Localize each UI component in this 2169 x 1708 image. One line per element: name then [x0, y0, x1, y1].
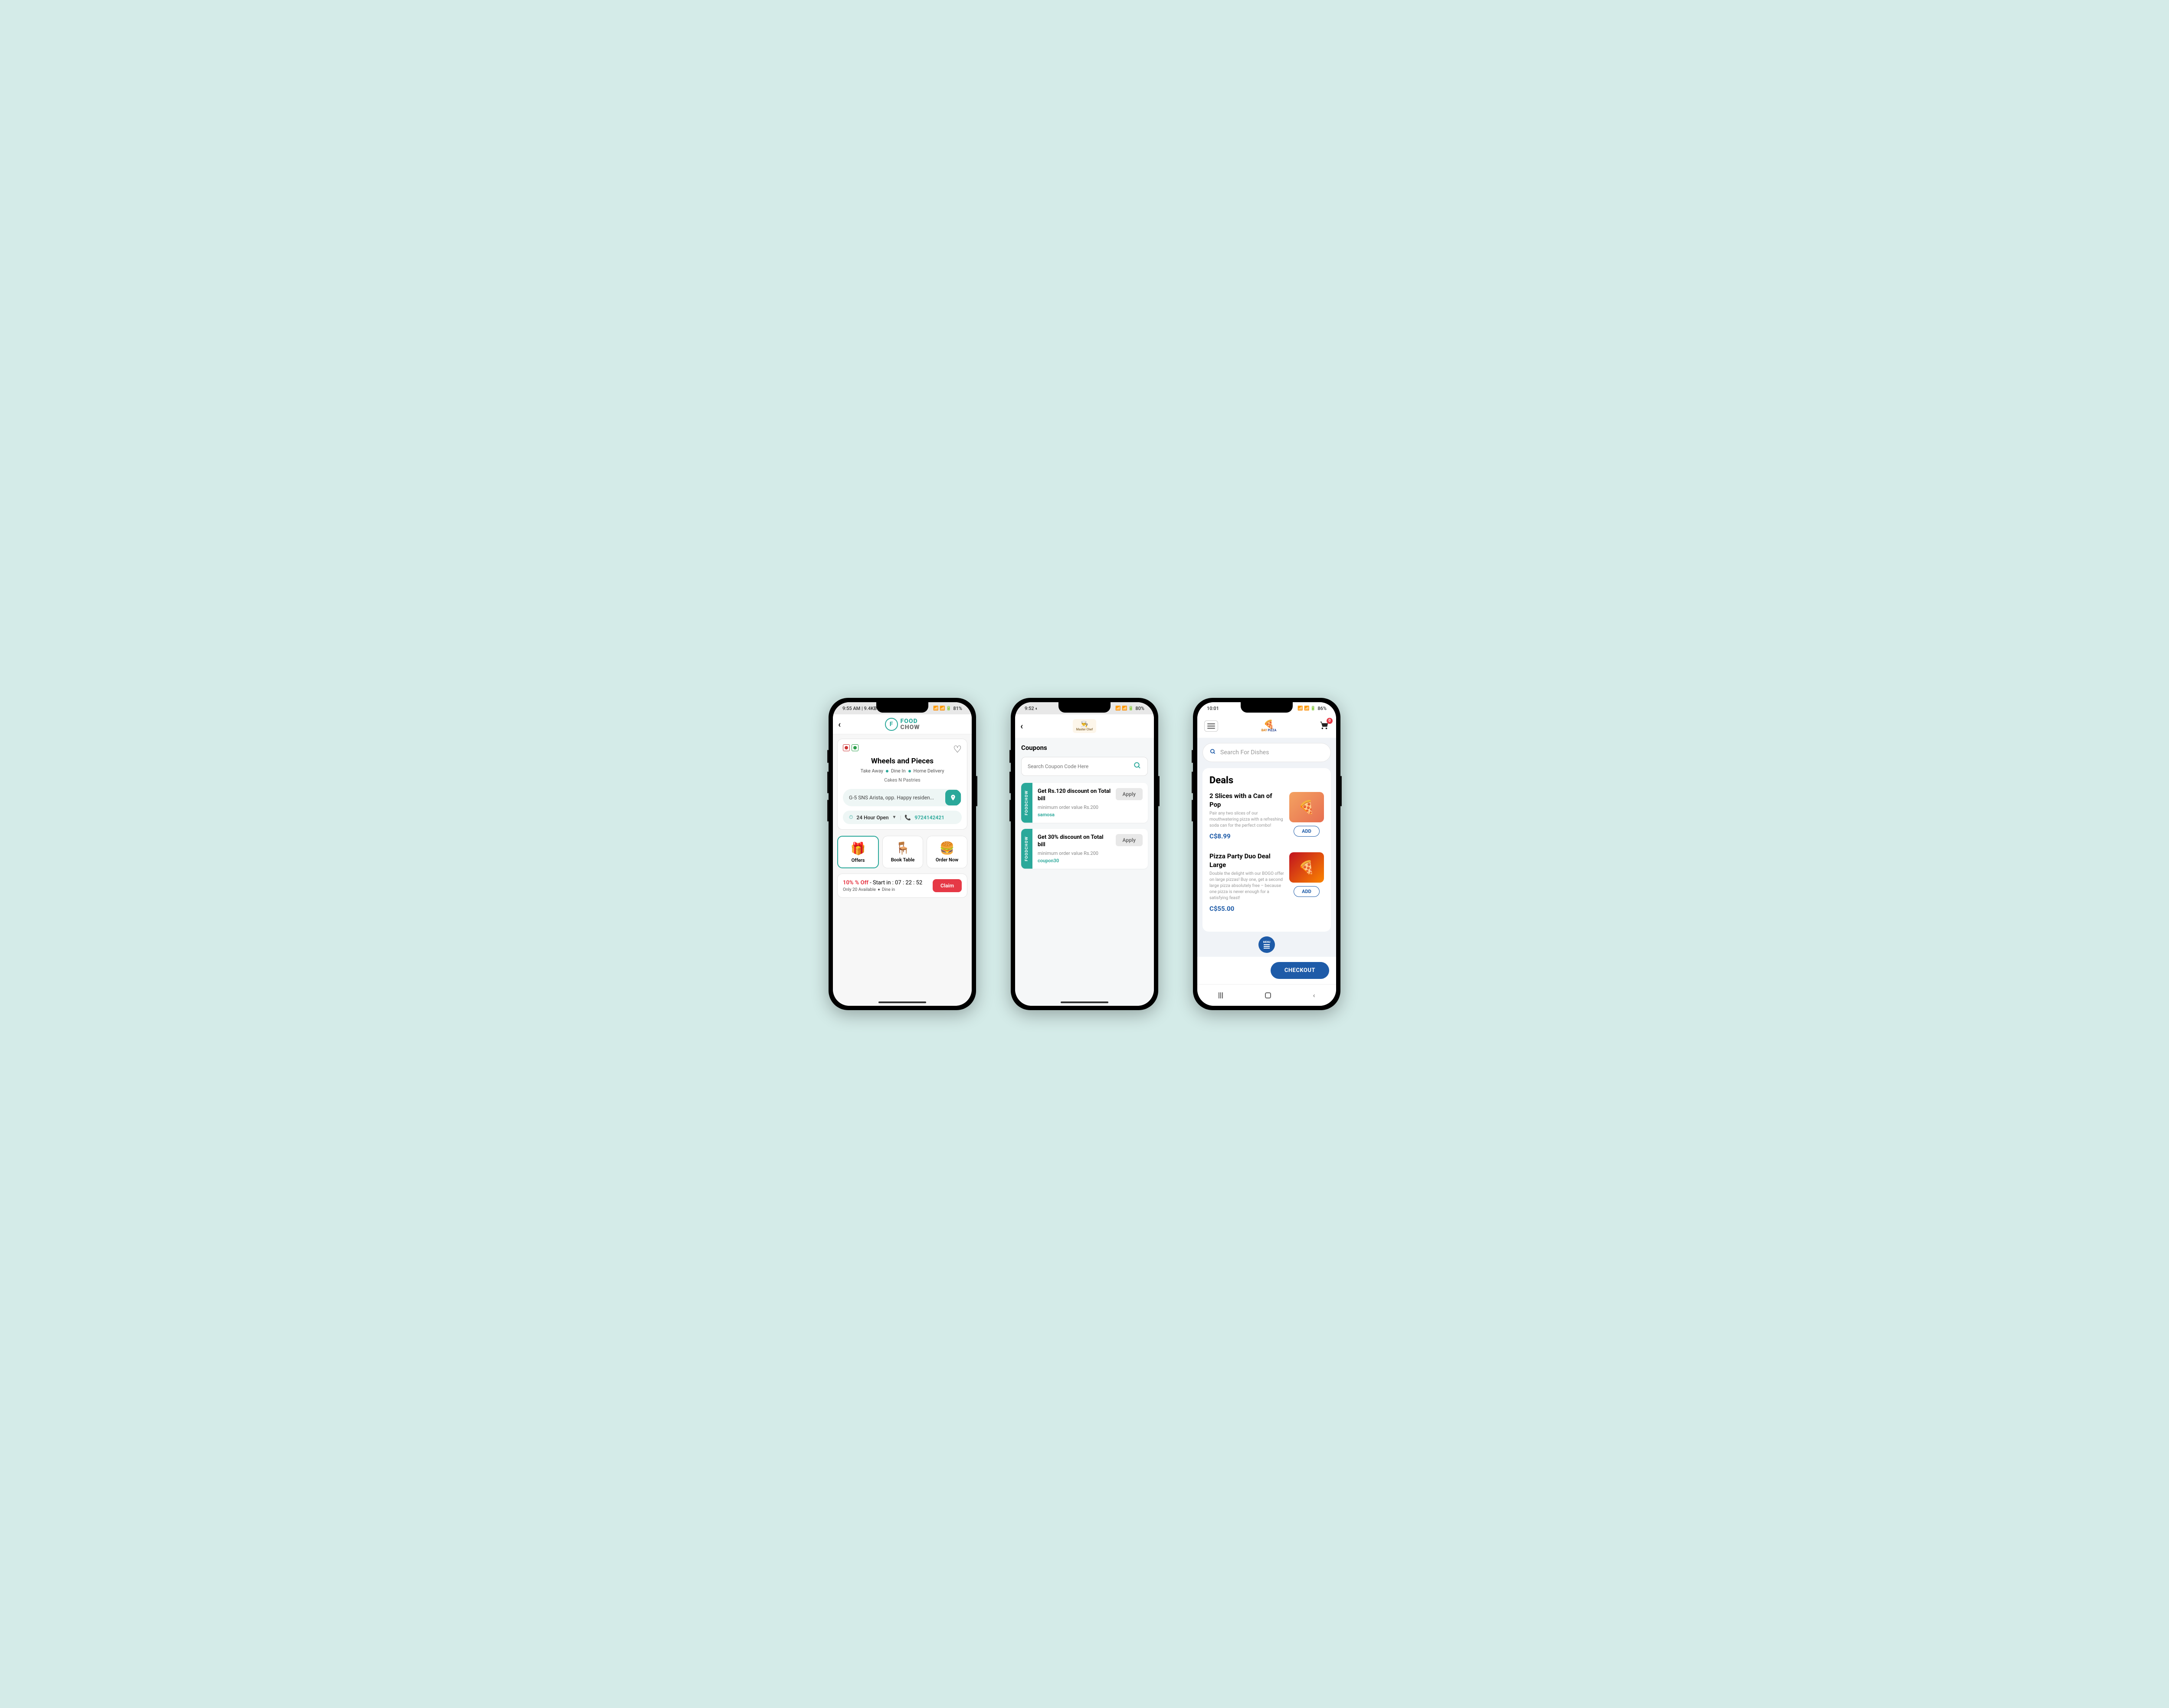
chef-icon: 👨‍🍳 — [1081, 721, 1088, 728]
android-nav-bar: ‹ — [1197, 984, 1336, 1006]
deal-name: 2 Slices with a Can of Pop — [1209, 792, 1284, 809]
back-button[interactable]: ‹ — [1313, 991, 1315, 999]
coupon-code: coupon30 — [1038, 858, 1112, 864]
status-time: 10:01 — [1207, 706, 1219, 711]
checkout-bar: CHECKOUT — [1197, 957, 1336, 984]
home-indicator[interactable] — [878, 1001, 926, 1003]
battery-pct: 81% — [953, 706, 962, 711]
address-text: G-5 SNS Arista, opp. Happy residen... — [843, 790, 944, 805]
services-row: Take Away Dine In Home Delivery — [843, 768, 962, 774]
add-button[interactable]: ADD — [1294, 826, 1320, 837]
back-button[interactable]: ‹ — [1020, 721, 1023, 731]
chevron-down-icon[interactable]: ▼ — [892, 815, 897, 820]
search-icon[interactable] — [1134, 762, 1141, 771]
favorite-icon[interactable]: ♡ — [953, 744, 962, 755]
battery-pct: 86% — [1317, 706, 1327, 711]
cart-button[interactable]: 0 — [1320, 720, 1329, 732]
logo-icon: F — [885, 718, 898, 731]
app-header: ‹ F FOOD CHOW — [833, 714, 972, 734]
offer-mode: Dine in — [882, 887, 895, 892]
cart-count-badge: 0 — [1327, 718, 1333, 724]
coupon-title: Get 30% discount on Total bill — [1038, 834, 1112, 849]
search-placeholder: Search For Dishes — [1220, 749, 1269, 756]
order-now-tab[interactable]: 🍔 Order Now — [927, 836, 967, 868]
deal-image: 🍕 — [1289, 852, 1324, 883]
book-table-tab[interactable]: 🪑 Book Table — [882, 836, 923, 868]
pizza-icon: 🍕 — [1264, 720, 1275, 729]
restaurant-card: ♡ Wheels and Pieces Take Away Dine In Ho… — [837, 739, 967, 830]
deal-description: Double the delight with our BOGO offer o… — [1209, 871, 1284, 901]
claim-button[interactable]: Claim — [933, 879, 962, 892]
home-button[interactable] — [1265, 992, 1271, 998]
offer-timer: - Start in : 07 : 22 : 52 — [870, 880, 922, 886]
status-time: 9:55 AM | 9.4KB — [842, 706, 877, 711]
signal-icon: 📶 📶 🔋 — [933, 706, 951, 711]
coupon-brand-label: FOODCHOW — [1021, 783, 1032, 823]
hours-phone-bar: ⏱ 24 Hour Open ▼ | 📞 9724142421 — [843, 811, 962, 824]
signal-icon: 📶 📶 🔋 — [1115, 706, 1134, 711]
recents-button[interactable] — [1219, 992, 1223, 998]
search-bar[interactable]: Search For Dishes — [1202, 743, 1331, 762]
coupon-minimum: minimum order value Rs.200 — [1038, 851, 1112, 856]
foodchow-logo: F FOOD CHOW — [885, 718, 920, 731]
veg-icon — [852, 744, 858, 751]
app-header: ‹ 👨‍🍳 Master Chef — [1015, 714, 1154, 738]
menu-fab[interactable]: MENU — [1258, 936, 1275, 953]
deal-price: C$55.00 — [1209, 905, 1284, 913]
food-icon: 🍔 — [929, 841, 965, 855]
coupon-minimum: minimum order value Rs.200 — [1038, 805, 1112, 810]
coupon-code: samosa — [1038, 812, 1112, 818]
coupon-search-input[interactable] — [1028, 763, 1134, 769]
home-indicator[interactable] — [1061, 1001, 1108, 1003]
table-icon: 🪑 — [885, 841, 921, 855]
apply-button[interactable]: Apply — [1116, 788, 1143, 800]
coupons-title: Coupons — [1021, 744, 1148, 752]
location-pin-icon[interactable] — [945, 790, 961, 805]
deals-title: Deals — [1209, 775, 1324, 786]
restaurant-name: Wheels and Pieces — [843, 757, 962, 766]
deal-description: Pair any two slices of our mouthwatering… — [1209, 811, 1284, 829]
deal-price: C$8.99 — [1209, 832, 1284, 840]
add-button[interactable]: ADD — [1294, 886, 1320, 897]
coupon-search[interactable] — [1021, 757, 1148, 776]
battery-pct: 80% — [1135, 706, 1144, 711]
signal-icon: 📶 📶 🔋 — [1297, 706, 1316, 711]
back-button[interactable]: ‹ — [838, 719, 841, 730]
masterchef-logo: 👨‍🍳 Master Chef — [1073, 719, 1097, 733]
coupon-title: Get Rs.120 discount on Total bill — [1038, 788, 1112, 803]
baypizza-logo: 🍕 BAY PIZZA — [1261, 720, 1277, 732]
offer-availability: Only 20 Available — [843, 887, 876, 892]
search-icon — [1210, 749, 1216, 756]
phone-icon[interactable]: 📞 — [904, 815, 911, 821]
deal-item: Pizza Party Duo Deal Large Double the de… — [1209, 852, 1324, 919]
nonveg-icon — [843, 744, 850, 751]
status-dot-icon: ◐ — [1035, 706, 1038, 711]
gift-icon: 🎁 — [840, 841, 876, 856]
deals-section: Deals 2 Slices with a Can of Pop Pair an… — [1202, 768, 1331, 932]
deal-image: 🍕 — [1289, 792, 1324, 822]
offer-percent: 10% % Off — [843, 880, 868, 886]
menu-button[interactable] — [1204, 720, 1218, 732]
offers-tab[interactable]: 🎁 Offers — [837, 836, 879, 868]
status-time: 9:52 — [1025, 706, 1034, 711]
coupon-card: FOODCHOW Get Rs.120 discount on Total bi… — [1021, 783, 1148, 823]
coupon-card: FOODCHOW Get 30% discount on Total bill … — [1021, 829, 1148, 869]
app-header: 🍕 BAY PIZZA 0 — [1197, 714, 1336, 738]
deal-item: 2 Slices with a Can of Pop Pair any two … — [1209, 792, 1324, 847]
coupon-brand-label: FOODCHOW — [1021, 829, 1032, 869]
clock-icon: ⏱ — [849, 814, 853, 821]
category-text: Cakes N Pastries — [843, 777, 962, 783]
phone-number[interactable]: 9724142421 — [914, 815, 944, 821]
offer-card: 10% % Off - Start in : 07 : 22 : 52 Only… — [837, 874, 967, 898]
apply-button[interactable]: Apply — [1116, 834, 1143, 846]
address-bar[interactable]: G-5 SNS Arista, opp. Happy residen... — [843, 789, 962, 806]
menu-lines-icon — [1264, 944, 1270, 949]
hours-text: 24 Hour Open — [856, 815, 888, 821]
checkout-button[interactable]: CHECKOUT — [1271, 962, 1329, 979]
deal-name: Pizza Party Duo Deal Large — [1209, 852, 1284, 869]
